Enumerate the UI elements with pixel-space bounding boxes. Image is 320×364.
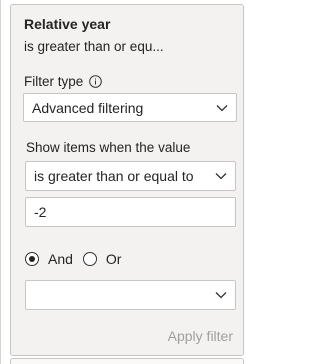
filter-card: Relative year is greater than or equ... … bbox=[10, 4, 244, 356]
condition-value-text: -2 bbox=[34, 204, 47, 220]
second-condition-dropdown[interactable] bbox=[25, 280, 236, 310]
filter-type-label-row: Filter type bbox=[24, 74, 103, 89]
chevron-down-icon bbox=[215, 292, 227, 299]
filter-title: Relative year bbox=[24, 16, 111, 32]
or-radio[interactable] bbox=[82, 252, 97, 266]
chevron-down-icon bbox=[216, 104, 228, 111]
filter-type-dropdown[interactable]: Advanced filtering bbox=[23, 93, 237, 122]
filter-summary: is greater than or equ... bbox=[24, 39, 164, 54]
logic-radio-group: And Or bbox=[25, 249, 131, 269]
chevron-down-icon bbox=[215, 173, 227, 180]
and-radio[interactable] bbox=[25, 252, 39, 266]
or-radio-label[interactable]: Or bbox=[106, 251, 122, 267]
condition-value-input[interactable]: -2 bbox=[25, 197, 236, 227]
next-filter-card-edge bbox=[10, 358, 244, 364]
filter-type-label: Filter type bbox=[24, 74, 84, 89]
show-items-label: Show items when the value bbox=[26, 140, 191, 155]
apply-filter-button[interactable]: Apply filter bbox=[168, 328, 233, 344]
condition-dropdown[interactable]: is greater than or equal to bbox=[25, 161, 236, 191]
info-icon[interactable] bbox=[89, 75, 103, 88]
filter-type-value: Advanced filtering bbox=[32, 99, 144, 116]
condition-value: is greater than or equal to bbox=[34, 168, 194, 184]
pane-divider bbox=[0, 0, 1, 364]
and-radio-label[interactable]: And bbox=[48, 251, 73, 267]
